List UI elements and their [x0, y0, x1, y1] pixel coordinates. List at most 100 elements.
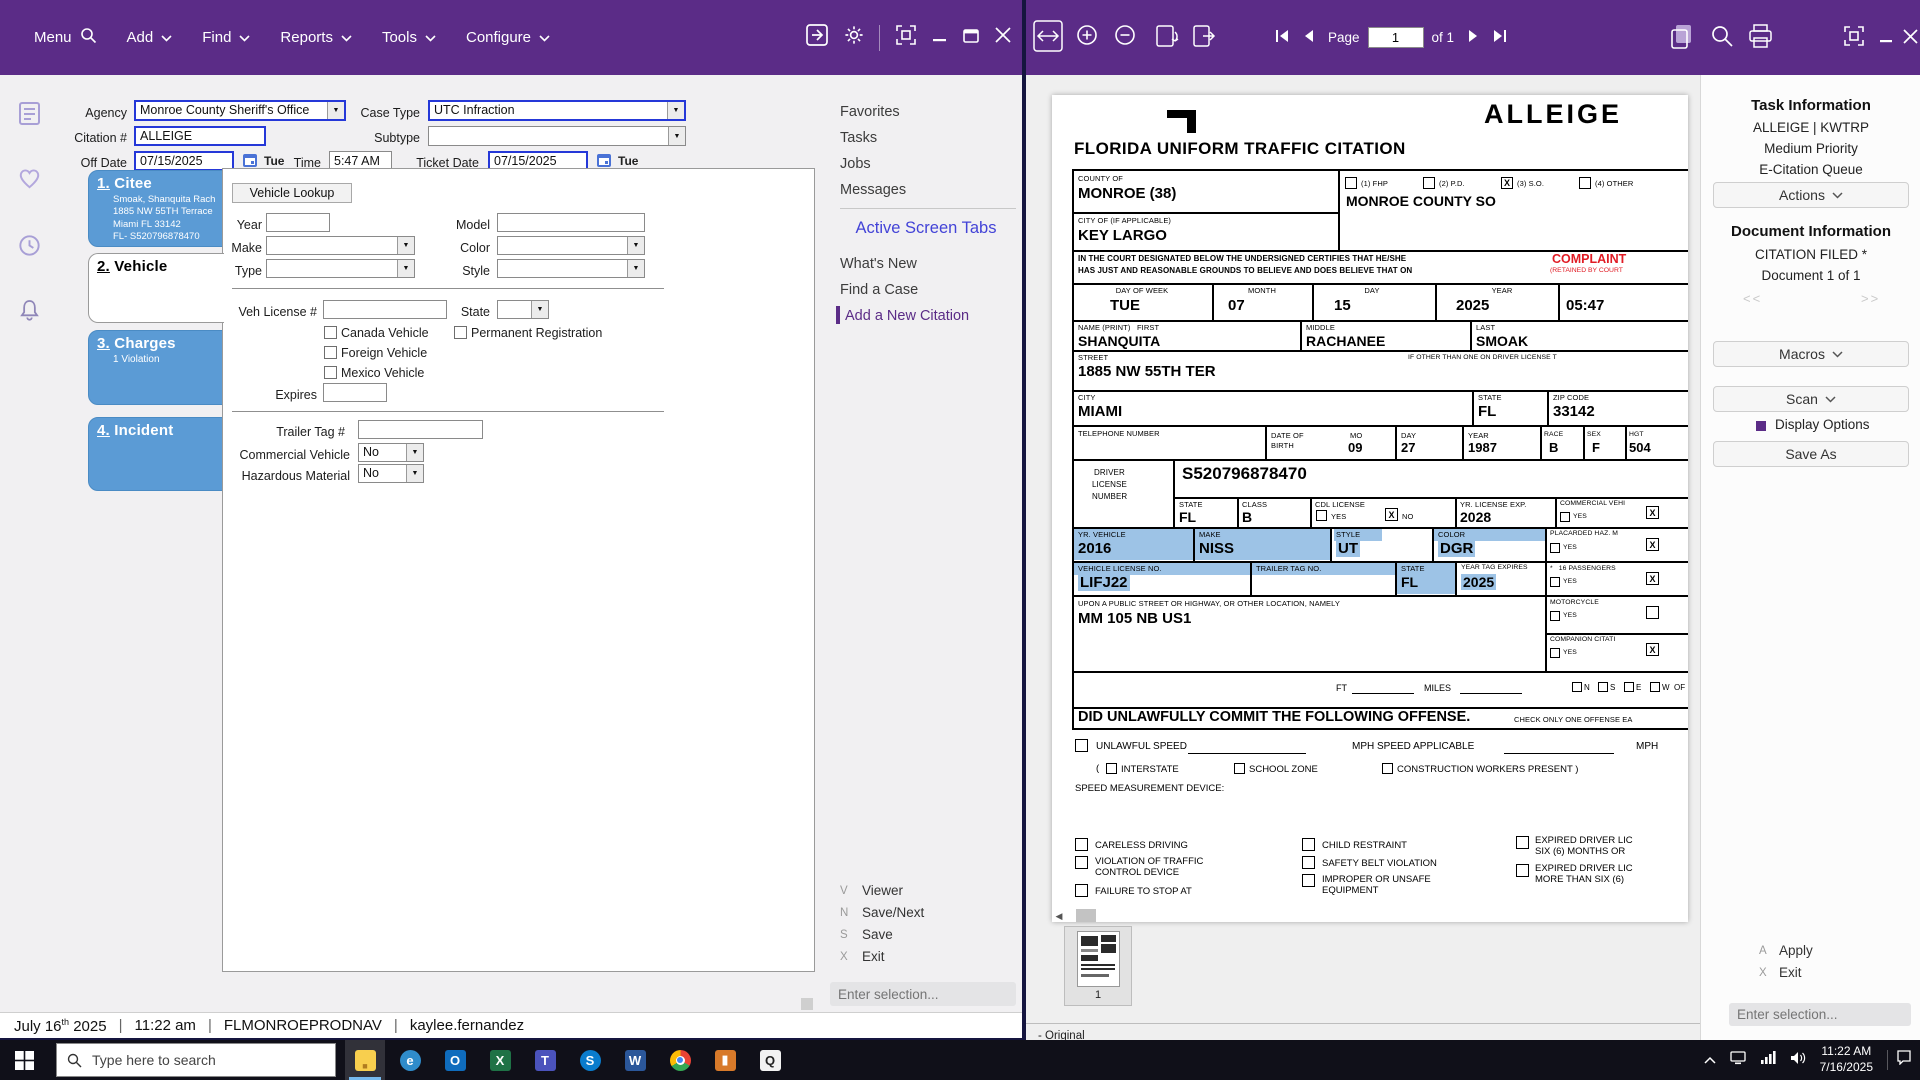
canada-vehicle-checkbox[interactable] — [324, 326, 337, 339]
apply-shortcut[interactable]: Apply — [1779, 943, 1813, 958]
sidebar-item-messages[interactable]: Messages — [840, 182, 906, 198]
dropdown-arrow-icon[interactable]: ▼ — [668, 127, 685, 145]
file-explorer-icon[interactable]: ■ — [345, 1040, 385, 1080]
fit-width-icon[interactable] — [1032, 18, 1064, 54]
vehicle-lookup-button[interactable]: Vehicle Lookup — [232, 183, 352, 203]
scroll-left-arrow[interactable]: ◀ — [1053, 909, 1065, 923]
viewer-fullscreen-icon[interactable] — [1838, 18, 1870, 54]
records-app-icon[interactable]: ▮ — [705, 1040, 745, 1080]
type-dropdown[interactable]: ▼ — [266, 259, 415, 278]
notifications-bell-icon[interactable] — [17, 297, 42, 327]
scrollbar-thumb[interactable] — [1076, 909, 1096, 922]
tab-citee[interactable]: 1. Citee Smoak, Shanquita Rach 1885 NW 5… — [88, 170, 223, 247]
shortcut-viewer[interactable]: Viewer — [862, 883, 903, 898]
taskbar-clock[interactable]: 11:22 AM 7/16/2025 — [1820, 1044, 1873, 1075]
style-dropdown[interactable]: ▼ — [497, 259, 645, 278]
tab-incident[interactable]: 4. Incident — [88, 417, 223, 491]
hazardous-material-dropdown[interactable]: No▼ — [358, 464, 424, 483]
export-page-icon[interactable] — [1188, 18, 1220, 54]
display-options-link[interactable]: Display Options — [1775, 417, 1870, 432]
scan-button[interactable]: Scan — [1713, 386, 1909, 412]
find-menu[interactable]: Find — [202, 29, 250, 46]
page-thumbnail[interactable]: 1 — [1064, 926, 1132, 1006]
next-page-icon[interactable] — [1468, 29, 1480, 46]
dropdown-arrow-icon[interactable]: ▼ — [327, 102, 344, 119]
commercial-vehicle-dropdown[interactable]: No▼ — [358, 443, 424, 462]
page-number-input[interactable] — [1368, 27, 1424, 48]
start-button[interactable] — [4, 1040, 44, 1080]
close-icon[interactable] — [994, 26, 1012, 49]
notification-center-icon[interactable] — [1887, 1050, 1912, 1070]
off-date-input[interactable] — [134, 151, 234, 171]
skype-icon[interactable]: S — [570, 1040, 610, 1080]
sidebar-link-find-a-case[interactable]: Find a Case — [840, 282, 918, 298]
word-icon[interactable]: W — [615, 1040, 655, 1080]
make-dropdown[interactable]: ▼ — [266, 236, 415, 255]
dropdown-arrow-icon[interactable]: ▼ — [627, 260, 644, 277]
outlook-icon[interactable]: O — [435, 1040, 475, 1080]
favorites-heart-icon[interactable] — [16, 165, 43, 197]
dropdown-arrow-icon[interactable]: ▼ — [397, 237, 414, 254]
actions-button[interactable]: Actions — [1713, 182, 1909, 208]
selection-input[interactable] — [830, 982, 1016, 1006]
previous-page-icon[interactable] — [1302, 29, 1314, 46]
tray-chevron-icon[interactable] — [1704, 1051, 1716, 1069]
dropdown-arrow-icon[interactable]: ▼ — [397, 260, 414, 277]
panel-selection-input[interactable] — [1729, 1003, 1911, 1026]
gear-icon[interactable] — [843, 24, 865, 51]
sidebar-link-add-new-citation[interactable]: Add a New Citation — [845, 308, 969, 324]
dropdown-arrow-icon[interactable]: ▼ — [406, 444, 423, 461]
sidebar-item-tasks[interactable]: Tasks — [840, 130, 877, 146]
trailer-tag-input[interactable] — [358, 420, 483, 439]
color-dropdown[interactable]: ▼ — [497, 236, 645, 255]
exit-shortcut[interactable]: Exit — [1779, 965, 1802, 980]
sidebar-link-whats-new[interactable]: What's New — [840, 256, 917, 272]
save-as-button[interactable]: Save As — [1713, 441, 1909, 467]
resize-grip[interactable] — [801, 998, 813, 1010]
subtype-dropdown[interactable]: ▼ — [428, 126, 686, 146]
dropdown-arrow-icon[interactable]: ▼ — [627, 237, 644, 254]
citations-icon[interactable] — [16, 100, 43, 132]
agency-dropdown[interactable]: Monroe County Sheriff's Office▼ — [134, 100, 346, 121]
taskbar-search[interactable]: Type here to search — [56, 1043, 336, 1077]
copy-pages-icon[interactable] — [1666, 18, 1698, 54]
shortcut-save-next[interactable]: Save/Next — [862, 905, 924, 920]
document-next-button[interactable]: >> — [1861, 291, 1880, 306]
expires-input[interactable] — [323, 383, 387, 402]
open-in-new-icon[interactable] — [805, 23, 829, 52]
edge-icon[interactable]: e — [390, 1040, 430, 1080]
dropdown-arrow-icon[interactable]: ▼ — [406, 465, 423, 482]
state-dropdown[interactable]: ▼ — [497, 300, 549, 319]
reports-menu[interactable]: Reports — [280, 29, 352, 46]
macros-button[interactable]: Macros — [1713, 341, 1909, 367]
dropdown-arrow-icon[interactable]: ▼ — [667, 102, 684, 119]
tab-charges[interactable]: 3. Charges 1 Violation — [88, 330, 223, 405]
year-input[interactable] — [266, 213, 330, 232]
print-icon[interactable] — [1744, 18, 1776, 54]
minimize-icon[interactable] — [932, 27, 948, 48]
active-screen-tabs-link[interactable]: Active Screen Tabs — [835, 219, 1017, 238]
restore-icon[interactable] — [962, 26, 980, 49]
history-clock-icon[interactable] — [16, 232, 43, 264]
sidebar-item-jobs[interactable]: Jobs — [840, 156, 871, 172]
teams-icon[interactable]: T — [525, 1040, 565, 1080]
zoom-in-icon[interactable] — [1072, 18, 1104, 54]
q-app-icon[interactable]: Q — [750, 1040, 790, 1080]
foreign-vehicle-checkbox[interactable] — [324, 346, 337, 359]
tray-network-icon[interactable] — [1760, 1051, 1776, 1069]
model-input[interactable] — [497, 213, 645, 232]
citation-number-input[interactable] — [134, 126, 266, 146]
fullscreen-icon[interactable] — [894, 23, 918, 52]
sidebar-item-favorites[interactable]: Favorites — [840, 104, 900, 120]
document-prev-button[interactable]: << — [1743, 291, 1762, 306]
chrome-icon[interactable] — [660, 1040, 700, 1080]
mexico-vehicle-checkbox[interactable] — [324, 366, 337, 379]
zoom-out-icon[interactable] — [1110, 18, 1142, 54]
search-document-icon[interactable] — [1706, 18, 1738, 54]
shortcut-exit[interactable]: Exit — [862, 949, 885, 964]
configure-menu[interactable]: Configure — [466, 29, 550, 46]
veh-license-input[interactable] — [323, 300, 447, 319]
menu-button[interactable]: Menu — [34, 27, 97, 48]
last-page-icon[interactable] — [1492, 29, 1508, 46]
first-page-icon[interactable] — [1274, 29, 1290, 46]
